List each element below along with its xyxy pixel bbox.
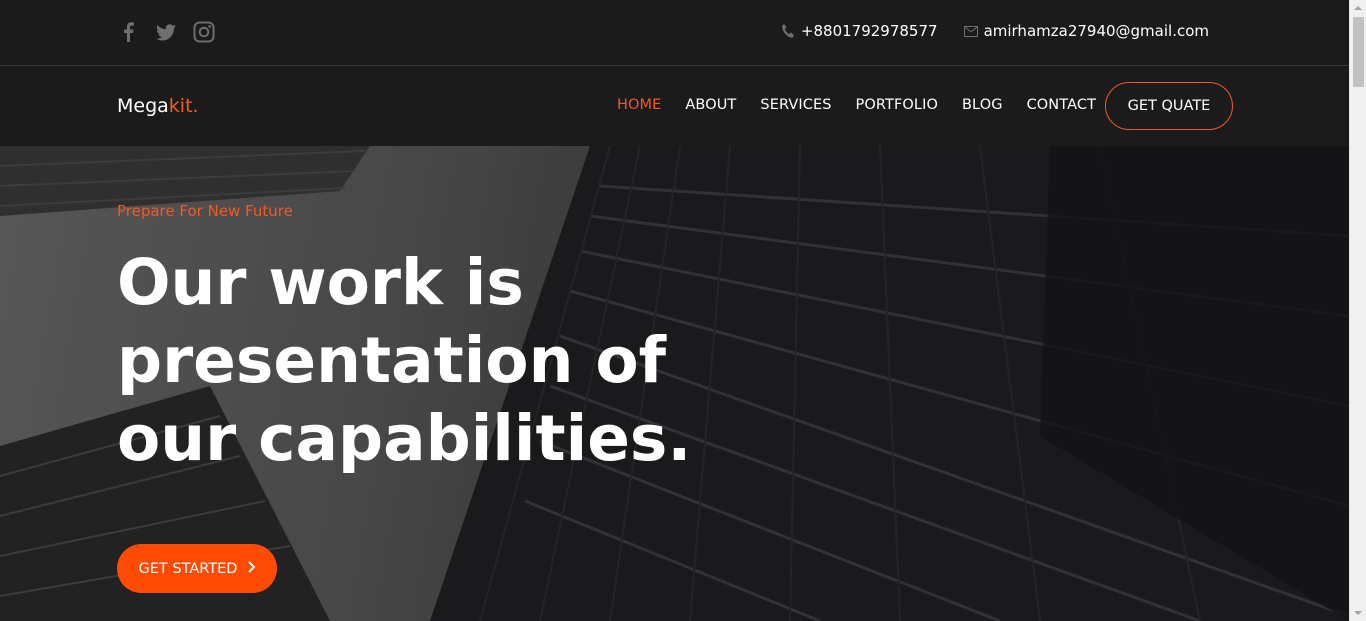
page: +8801792978577 amirhamza27940@gmail.com … bbox=[0, 0, 1349, 621]
hero-headline: Our work is presentation of our capabili… bbox=[117, 246, 692, 475]
nav-menu: HOME ABOUT SERVICES PORTFOLIO BLOG CONTA… bbox=[617, 97, 1096, 113]
nav-blog[interactable]: BLOG bbox=[962, 97, 1003, 113]
social-links bbox=[117, 21, 215, 43]
envelope-icon bbox=[963, 25, 978, 37]
top-bar: +8801792978577 amirhamza27940@gmail.com bbox=[0, 0, 1349, 66]
main-navbar: Megakit. HOME ABOUT SERVICES PORTFOLIO B… bbox=[0, 66, 1349, 146]
facebook-icon[interactable] bbox=[117, 21, 139, 43]
scrollbar-thumb[interactable] bbox=[1353, 17, 1364, 87]
twitter-icon[interactable] bbox=[155, 21, 177, 43]
logo-accent: kit. bbox=[168, 95, 199, 117]
scroll-up-arrow-icon[interactable] bbox=[1354, 6, 1362, 10]
nav-services[interactable]: SERVICES bbox=[760, 97, 831, 113]
chevron-right-icon bbox=[247, 560, 256, 577]
nav-about[interactable]: ABOUT bbox=[685, 97, 736, 113]
page-scrollbar[interactable] bbox=[1349, 0, 1366, 621]
email-contact[interactable]: amirhamza27940@gmail.com bbox=[963, 22, 1209, 40]
nav-home[interactable]: HOME bbox=[617, 97, 661, 113]
logo-main: Mega bbox=[117, 95, 169, 117]
instagram-icon[interactable] bbox=[193, 21, 215, 43]
nav-contact[interactable]: CONTACT bbox=[1027, 97, 1096, 113]
phone-contact[interactable]: +8801792978577 bbox=[781, 22, 938, 40]
contact-info: +8801792978577 amirhamza27940@gmail.com bbox=[781, 22, 1209, 40]
scroll-down-arrow-icon[interactable] bbox=[1354, 611, 1362, 615]
get-started-button[interactable]: GET STARTED bbox=[117, 544, 277, 593]
nav-portfolio[interactable]: PORTFOLIO bbox=[856, 97, 938, 113]
get-started-label: GET STARTED bbox=[138, 560, 238, 577]
hero-tagline: Prepare For New Future bbox=[117, 202, 293, 220]
phone-number: +8801792978577 bbox=[800, 22, 938, 40]
email-address: amirhamza27940@gmail.com bbox=[983, 22, 1209, 40]
hero-section: Prepare For New Future Our work is prese… bbox=[0, 146, 1349, 621]
get-quote-button[interactable]: GET QUATE bbox=[1105, 82, 1233, 130]
site-logo[interactable]: Megakit. bbox=[117, 95, 199, 117]
phone-icon bbox=[781, 23, 795, 39]
